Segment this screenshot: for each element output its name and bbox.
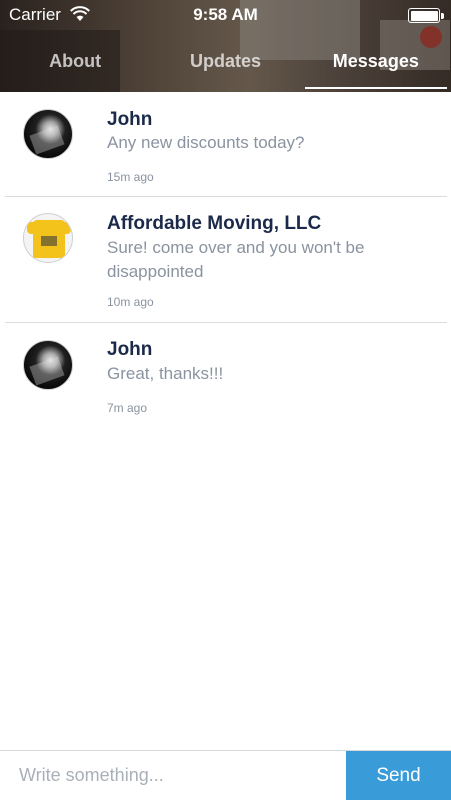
message-list: John Any new discounts today? 15m ago Af… [0,92,451,423]
message-time: 15m ago [107,170,154,184]
tab-about[interactable]: About [0,44,150,92]
tshirt-icon [27,220,71,258]
message-input[interactable] [0,751,346,800]
message-composer: Send [0,750,451,800]
message-item[interactable]: John Great, thanks!!! 7m ago [5,323,447,423]
message-text: Sure! come over and you won't be disappo… [107,238,365,281]
tab-messages[interactable]: Messages [301,44,451,92]
message-item[interactable]: Affordable Moving, LLC Sure! come over a… [5,197,447,323]
message-item[interactable]: John Any new discounts today? 15m ago [5,92,447,197]
message-sender: Affordable Moving, LLC [107,213,322,234]
clock: 9:58 AM [193,5,258,24]
message-time: 7m ago [107,401,148,415]
header-banner: Carrier 9:58 AM About Updates Messages [0,0,451,92]
john-avatar [23,340,73,390]
business-avatar [23,213,73,263]
message-sender: John [107,339,153,360]
message-sender: John [107,109,153,130]
battery-icon [408,8,444,23]
send-button[interactable]: Send [346,751,451,800]
tab-updates[interactable]: Updates [150,44,300,92]
message-text: Any new discounts today? [107,133,305,152]
message-text: Great, thanks!!! [107,364,224,383]
message-time: 10m ago [107,295,154,309]
status-bar: Carrier 9:58 AM [0,0,451,30]
john-avatar [23,109,73,159]
tab-bar: About Updates Messages [0,44,451,92]
